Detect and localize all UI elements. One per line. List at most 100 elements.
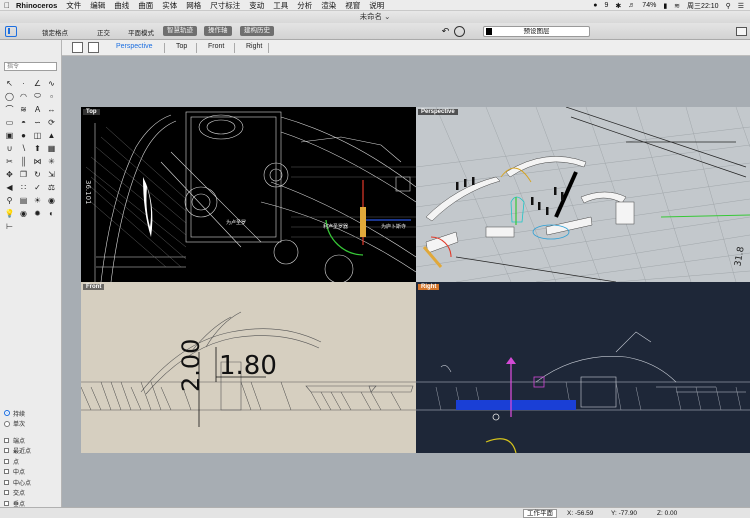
surface-icon[interactable]: ▭ bbox=[3, 116, 16, 128]
environment-icon[interactable]: ◐ bbox=[45, 207, 58, 219]
explode-icon[interactable]: ✳ bbox=[45, 155, 58, 167]
wifi-icon[interactable]: ≋ bbox=[674, 2, 680, 10]
sphere-icon[interactable]: ● bbox=[17, 129, 30, 141]
tab-top[interactable]: Top bbox=[176, 43, 187, 50]
planar-toggle[interactable]: 平面模式 bbox=[128, 27, 154, 37]
dimension-icon[interactable]: ↔ bbox=[45, 103, 58, 115]
history-toggle[interactable]: 建构历史 bbox=[240, 26, 274, 36]
grid-snap-toggle[interactable]: 锁定格点 bbox=[42, 27, 68, 37]
trim-icon[interactable]: ✂ bbox=[3, 155, 16, 167]
polyline-icon[interactable]: ∠ bbox=[31, 77, 44, 89]
snap-point[interactable]: 点 bbox=[4, 456, 60, 467]
smarttrack-toggle[interactable]: 智慧轨迹 bbox=[163, 26, 197, 36]
checkbox-icon[interactable] bbox=[4, 479, 9, 485]
checkbox-icon[interactable] bbox=[4, 448, 9, 454]
menu-surface[interactable]: 曲面 bbox=[138, 0, 153, 11]
snap-mid[interactable]: 中点 bbox=[4, 467, 60, 478]
ortho-toggle[interactable]: 正交 bbox=[97, 27, 110, 37]
viewport-label-top[interactable]: Top bbox=[83, 109, 100, 115]
menu-solid[interactable]: 实体 bbox=[162, 0, 177, 11]
layer-icon[interactable]: ▤ bbox=[17, 194, 30, 206]
four-view-icon[interactable] bbox=[72, 42, 83, 53]
menu-mesh[interactable]: 网格 bbox=[186, 0, 201, 11]
revolve-icon[interactable]: ⟳ bbox=[45, 116, 58, 128]
curve-icon[interactable]: ∿ bbox=[45, 77, 58, 89]
viewport-right[interactable]: Right bbox=[416, 282, 750, 453]
checkbox-icon[interactable] bbox=[4, 458, 9, 464]
cylinder-icon[interactable]: ◫ bbox=[31, 129, 44, 141]
snap-center[interactable]: 中心点 bbox=[4, 477, 60, 488]
gumball-toggle[interactable]: 操作轴 bbox=[204, 26, 232, 36]
sweep-icon[interactable]: ∽ bbox=[31, 116, 44, 128]
snap-end[interactable]: 端点 bbox=[4, 435, 60, 446]
tab-front[interactable]: Front bbox=[208, 43, 224, 50]
split-icon[interactable]: ║ bbox=[17, 155, 30, 167]
snap-mode-persistent[interactable]: 持续 bbox=[4, 408, 60, 419]
single-view-icon[interactable] bbox=[88, 42, 99, 53]
checkbox-icon[interactable] bbox=[4, 469, 9, 475]
menu-curve[interactable]: 曲线 bbox=[114, 0, 129, 11]
apple-icon[interactable]:  bbox=[4, 1, 16, 10]
offset-icon[interactable]: ≋ bbox=[17, 103, 30, 115]
boolean-difference-icon[interactable]: ∖ bbox=[17, 142, 30, 154]
menu-app-name[interactable]: Rhinoceros bbox=[16, 0, 57, 11]
circle-icon[interactable]: ◯ bbox=[3, 90, 16, 102]
search-icon[interactable]: ⚲ bbox=[726, 2, 731, 10]
snap-mode-oneshot[interactable]: 单次 bbox=[4, 419, 60, 430]
checkbox-icon[interactable] bbox=[4, 490, 9, 496]
radio-icon[interactable] bbox=[4, 410, 10, 417]
viewport-front[interactable]: Front 2.00 1.80 bbox=[81, 282, 416, 453]
render-icon[interactable]: ☀ bbox=[31, 194, 44, 206]
wechat-icon[interactable]: ● bbox=[593, 2, 597, 9]
light-icon[interactable]: 💡 bbox=[3, 207, 16, 219]
viewport-label-front[interactable]: Front bbox=[83, 284, 105, 290]
right-panel-icon[interactable] bbox=[736, 27, 747, 36]
menu-tools[interactable]: 工具 bbox=[273, 0, 288, 11]
volume-icon[interactable]: ♬ bbox=[628, 2, 635, 9]
tab-right[interactable]: Right bbox=[246, 43, 262, 50]
check-icon[interactable]: ✓ bbox=[31, 181, 44, 193]
sidebar-toggle-icon[interactable] bbox=[5, 26, 17, 37]
cone-icon[interactable]: ▲ bbox=[45, 129, 58, 141]
zoom-icon[interactable]: ⚲ bbox=[3, 194, 16, 206]
menu-edit[interactable]: 编辑 bbox=[90, 0, 105, 11]
viewport-perspective[interactable]: Perspective 31.8 bbox=[416, 107, 750, 282]
color-wheel-icon[interactable]: ✹ bbox=[31, 207, 44, 219]
mirror-icon[interactable]: ◀ bbox=[3, 181, 16, 193]
point-icon[interactable]: · bbox=[17, 77, 30, 89]
copy-icon[interactable]: ❐ bbox=[17, 168, 30, 180]
tab-perspective[interactable]: Perspective bbox=[116, 43, 153, 50]
array-icon[interactable]: ∷ bbox=[17, 181, 30, 193]
menu-file[interactable]: 文件 bbox=[66, 0, 81, 11]
undo-icon[interactable]: ↶ bbox=[440, 26, 451, 37]
analyze-icon[interactable]: ⚖ bbox=[45, 181, 58, 193]
battery-icon[interactable]: ▮ bbox=[663, 2, 667, 10]
menu-help[interactable]: 说明 bbox=[369, 0, 384, 11]
cplane-dropdown[interactable]: 工作平面 bbox=[523, 509, 557, 518]
rectangle-icon[interactable]: ▫ bbox=[45, 90, 58, 102]
radio-icon[interactable] bbox=[4, 420, 10, 427]
material-icon[interactable]: ◉ bbox=[45, 194, 58, 206]
checkbox-icon[interactable] bbox=[4, 500, 9, 506]
checkbox-icon[interactable] bbox=[4, 437, 9, 443]
snap-intersection[interactable]: 交点 bbox=[4, 488, 60, 499]
join-icon[interactable]: ⋈ bbox=[31, 155, 44, 167]
viewport-label-right[interactable]: Right bbox=[418, 284, 440, 290]
bluetooth-icon[interactable]: ✱ bbox=[615, 2, 621, 10]
scale-icon[interactable]: ⇲ bbox=[45, 168, 58, 180]
window-title[interactable]: 未命名 bbox=[360, 12, 383, 21]
record-icon[interactable] bbox=[454, 26, 465, 37]
arc-icon[interactable]: ◠ bbox=[17, 90, 30, 102]
menu-transform[interactable]: 变动 bbox=[249, 0, 264, 11]
box-icon[interactable]: ▣ bbox=[3, 129, 16, 141]
layer-dropdown[interactable]: 预设图层 bbox=[483, 26, 590, 37]
camera-icon[interactable]: ◉ bbox=[17, 207, 30, 219]
snap-near[interactable]: 最近点 bbox=[4, 446, 60, 457]
ellipse-icon[interactable]: ⬭ bbox=[31, 90, 44, 102]
extrude-icon[interactable]: ⬆ bbox=[31, 142, 44, 154]
text-icon[interactable]: A bbox=[31, 103, 44, 115]
move-icon[interactable]: ✥ bbox=[3, 168, 16, 180]
mesh-icon[interactable]: ▦ bbox=[45, 142, 58, 154]
command-input[interactable] bbox=[4, 62, 57, 71]
menu-render[interactable]: 渲染 bbox=[321, 0, 336, 11]
